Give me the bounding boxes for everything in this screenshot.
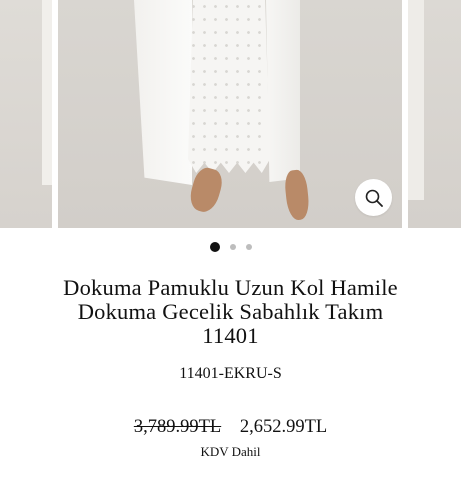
- gallery-slide-current[interactable]: [58, 0, 402, 228]
- pagination-dot-2[interactable]: [229, 244, 236, 250]
- product-image-gallery[interactable]: [0, 0, 461, 228]
- right-foot: [283, 168, 311, 222]
- nightgown: [188, 0, 270, 173]
- garment-fragment: [42, 0, 52, 185]
- zoom-button[interactable]: [355, 179, 392, 216]
- left-foot: [186, 164, 226, 216]
- robe-right-panel: [266, 0, 300, 182]
- product-title-line1: Dokuma Pamuklu Uzun Kol Hamile: [63, 275, 398, 300]
- price-block: 3,789.99TL 2,652.99TL: [0, 417, 461, 438]
- product-title-line3: 11401: [202, 323, 259, 348]
- pagination-dot-3[interactable]: [245, 244, 252, 250]
- gallery-pagination: [0, 242, 461, 252]
- product-title: Dokuma Pamuklu Uzun Kol Hamile Dokuma Ge…: [10, 276, 451, 348]
- gallery-slide-previous[interactable]: [0, 0, 52, 228]
- gallery-slide-next[interactable]: [408, 0, 461, 228]
- product-title-line2: Dokuma Gecelik Sabahlık Takım: [77, 299, 384, 324]
- magnifier-icon: [365, 189, 383, 207]
- robe-left-panel: [134, 0, 192, 185]
- product-sku: 11401-EKRU-S: [179, 365, 282, 382]
- garment-fragment: [408, 0, 424, 200]
- original-price: 3,789.99TL: [133, 417, 222, 437]
- sale-price: 2,652.99TL: [239, 417, 328, 437]
- tax-note: KDV Dahil: [200, 444, 261, 459]
- pagination-dot-1[interactable]: [209, 242, 220, 252]
